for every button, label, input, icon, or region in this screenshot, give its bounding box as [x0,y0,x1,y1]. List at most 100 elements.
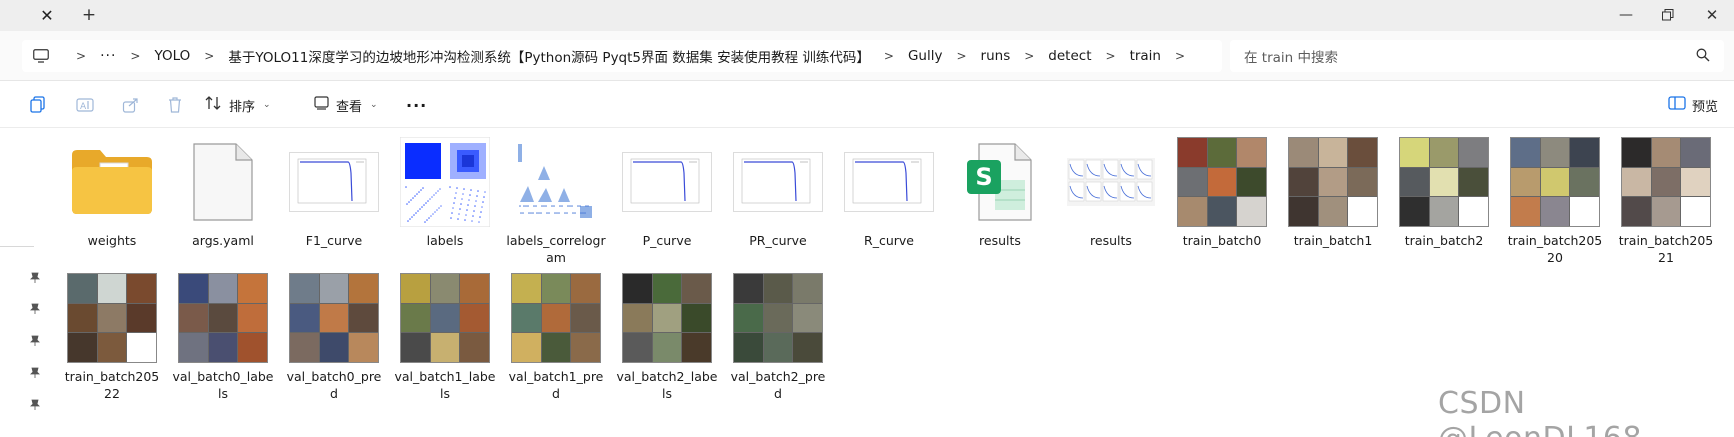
file-item[interactable]: val_batch1_labels [391,268,499,402]
file-item[interactable]: PR_curve [724,132,832,249]
mosaic-image [511,273,601,363]
breadcrumb-overflow[interactable]: ··· [100,48,116,64]
address-bar[interactable]: > ··· > YOLO > 基于YOLO11深度学习的边坡地形冲沟检测系统【P… [22,40,1222,72]
restore-icon[interactable] [1657,4,1679,26]
file-item[interactable]: R_curve [835,132,943,249]
mosaic-tile [460,333,489,362]
mosaic-tile [238,333,267,362]
mosaic-image [622,273,712,363]
file-name-label: R_curve [864,233,914,248]
breadcrumb-separator[interactable]: > [956,49,966,63]
mosaic-image [67,273,157,363]
file-item[interactable]: weights [58,132,166,249]
view-button[interactable]: 查看 ⌄ [314,92,378,118]
mosaic-image [733,273,823,363]
mosaic-tile [460,274,489,303]
breadcrumb-separator[interactable]: > [1106,49,1116,63]
file-name-label: results [1090,233,1132,248]
chevron-down-icon: ⌄ [263,100,271,110]
pin-icon[interactable] [28,366,42,380]
breadcrumb-yolo[interactable]: YOLO [154,48,190,64]
preview-label: 预览 [1692,99,1719,115]
curve-image-thumbnail [613,132,721,232]
mosaic-tile [319,274,349,303]
minimize-icon[interactable]: — [1615,4,1637,26]
search-icon[interactable] [1696,48,1712,64]
pin-icon[interactable] [28,398,42,412]
file-name-label: weights [87,233,137,248]
breadcrumb-detect[interactable]: detect [1048,48,1091,64]
file-item[interactable]: train_batch20521 [1612,132,1720,266]
breadcrumb-separator[interactable]: > [76,49,86,63]
file-item[interactable]: train_batch20522 [58,268,166,402]
file-name-label: results [979,233,1021,248]
pin-icon[interactable] [28,302,42,316]
mosaic-tile [1622,167,1651,197]
rename-icon[interactable]: A [74,94,96,116]
file-name-label: train_batch0 [1182,233,1262,248]
file-name-label: train_batch20520 [1507,233,1603,265]
mosaic-tile [290,303,319,333]
preview-button[interactable]: 预览 [1668,92,1718,118]
file-item[interactable]: labels [391,132,499,249]
file-item[interactable]: val_batch2_labels [613,268,721,402]
file-name-label: train_batch2 [1404,233,1484,248]
file-item[interactable]: train_batch2 [1390,132,1498,249]
close-tab-icon[interactable]: ✕ [36,4,58,26]
file-item[interactable]: P_curve [613,132,721,249]
file-item[interactable]: val_batch0_labels [169,268,277,402]
file-item[interactable]: labels_correlogram [502,132,610,266]
breadcrumb-separator[interactable]: > [884,49,894,63]
file-name-label: val_batch2_labels [616,369,718,401]
more-options-button[interactable]: ··· [406,92,427,118]
correlogram-image-thumbnail [502,132,610,232]
mosaic-tile [623,333,652,362]
mosaic-tile [68,274,97,303]
breadcrumb-separator[interactable]: > [1175,49,1185,63]
file-item[interactable]: val_batch1_pred [502,268,610,402]
mosaic-tile [1622,197,1651,226]
share-icon[interactable] [120,94,142,116]
file-item[interactable]: train_batch1 [1279,132,1387,249]
pin-icon[interactable] [28,334,42,348]
file-item[interactable]: args.yaml [169,132,277,249]
mosaic-tile [1289,138,1318,167]
file-item[interactable]: train_batch0 [1168,132,1276,249]
mosaic-tile [1459,138,1488,167]
mosaic-tile [1651,197,1681,226]
copy-icon[interactable] [27,94,49,116]
mosaic-tile [1237,197,1266,226]
mosaic-tile [1400,167,1429,197]
close-window-icon[interactable]: ✕ [1701,4,1723,26]
breadcrumb-runs[interactable]: runs [981,48,1011,64]
mosaic-tile [1622,138,1651,167]
search-input[interactable]: 在 train 中搜索 [1230,40,1724,72]
breadcrumb-train[interactable]: train [1130,48,1161,64]
results-plot-thumbnail [1057,132,1165,232]
mosaic-tile [68,303,97,333]
breadcrumb-separator[interactable]: > [130,49,140,63]
file-item[interactable]: results [1057,132,1165,249]
mosaic-tile [401,274,430,303]
labels-image-thumbnail [391,132,499,232]
new-tab-icon[interactable]: + [78,4,100,26]
pin-icon[interactable] [28,271,42,285]
mosaic-tile [652,274,682,303]
file-item[interactable]: val_batch0_pred [280,268,388,402]
breadcrumb-project[interactable]: 基于YOLO11深度学习的边坡地形冲沟检测系统【Python源码 Pyqt5界面… [228,46,870,66]
mosaic-tile [238,274,267,303]
delete-icon[interactable] [164,94,186,116]
file-item[interactable]: val_batch2_pred [724,268,832,402]
breadcrumb-separator[interactable]: > [204,49,214,63]
mosaic-tile [623,303,652,333]
file-item[interactable]: Sresults [946,132,1054,249]
mosaic-tile [179,333,208,362]
sort-button[interactable]: 排序 ⌄ [205,92,271,118]
mosaic-tile [1237,138,1266,167]
mosaic-tile [512,274,541,303]
file-item[interactable]: F1_curve [280,132,388,249]
breadcrumb-separator[interactable]: > [1024,49,1034,63]
computer-icon[interactable] [32,47,50,65]
file-item[interactable]: train_batch20520 [1501,132,1609,266]
breadcrumb-gully[interactable]: Gully [908,48,943,64]
